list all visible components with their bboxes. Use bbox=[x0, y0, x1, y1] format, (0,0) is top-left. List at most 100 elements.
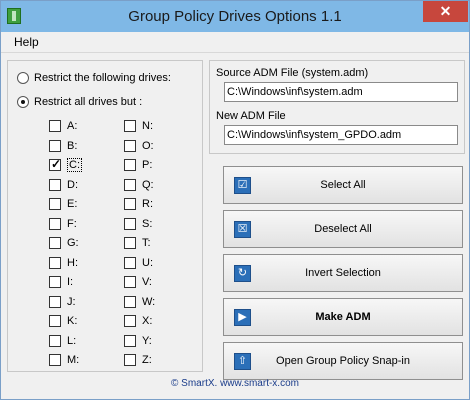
open-snapin-label: Open Group Policy Snap-in bbox=[276, 355, 410, 367]
window-title: Group Policy Drives Options 1.1 bbox=[128, 8, 342, 25]
select-all-label: Select All bbox=[320, 179, 366, 191]
drive-checkbox[interactable] bbox=[124, 276, 136, 288]
drive-p-option[interactable]: P: bbox=[124, 158, 152, 172]
drive-checkbox[interactable] bbox=[124, 159, 136, 171]
drive-j-option[interactable]: J: bbox=[49, 295, 76, 309]
checkbox-icon: ☑ bbox=[234, 177, 251, 194]
drive-label: Z: bbox=[142, 354, 152, 366]
new-adm-label: New ADM File bbox=[216, 110, 286, 122]
drive-x-option[interactable]: X: bbox=[124, 314, 152, 328]
drive-i-option[interactable]: I: bbox=[49, 275, 73, 289]
drive-checkbox[interactable] bbox=[49, 217, 61, 230]
drive-checkbox[interactable] bbox=[124, 354, 136, 366]
open-snapin-button[interactable]: ⇧ Open Group Policy Snap-in bbox=[223, 342, 463, 380]
drive-label: E: bbox=[67, 198, 78, 210]
menu-help[interactable]: Help bbox=[14, 35, 39, 49]
drive-checkbox[interactable] bbox=[49, 334, 61, 347]
drive-f-option[interactable]: F: bbox=[49, 217, 77, 231]
drive-e-option[interactable]: E: bbox=[49, 197, 77, 211]
make-adm-label: Make ADM bbox=[315, 311, 371, 323]
drive-b-option[interactable]: B: bbox=[49, 139, 77, 153]
drive-checkbox[interactable] bbox=[49, 315, 61, 327]
drive-label: F: bbox=[67, 217, 77, 230]
drive-checkbox[interactable] bbox=[124, 178, 136, 191]
drive-m-option[interactable]: M: bbox=[49, 353, 79, 367]
drive-g-option[interactable]: G: bbox=[49, 236, 79, 250]
drive-r-option[interactable]: R: bbox=[124, 197, 153, 211]
restrict-all-but-radio[interactable] bbox=[17, 96, 29, 108]
drive-checkbox[interactable] bbox=[49, 139, 61, 152]
menu-bar: Help bbox=[1, 32, 469, 53]
invert-selection-button[interactable]: ↻ Invert Selection bbox=[223, 254, 463, 292]
deselect-all-button[interactable]: ☒ Deselect All bbox=[223, 210, 463, 248]
drive-label: X: bbox=[142, 315, 153, 327]
drive-checkbox[interactable] bbox=[49, 198, 61, 210]
drive-label: O: bbox=[142, 139, 154, 152]
drive-label: N: bbox=[142, 120, 153, 132]
make-adm-button[interactable]: ▶ Make ADM bbox=[223, 298, 463, 336]
drives-group: Restrict the following drives: Restrict … bbox=[7, 60, 203, 372]
drive-checkbox[interactable] bbox=[124, 139, 136, 152]
drive-q-option[interactable]: Q: bbox=[124, 178, 154, 192]
deselect-all-label: Deselect All bbox=[314, 223, 372, 235]
new-adm-input[interactable]: C:\Windows\inf\system_GPDO.adm bbox=[224, 125, 458, 145]
adm-files-group: Source ADM File (system.adm) C:\Windows\… bbox=[209, 60, 465, 154]
drive-checkbox[interactable] bbox=[124, 120, 136, 132]
drive-label: M: bbox=[67, 354, 80, 366]
drive-c-option[interactable]: C: bbox=[49, 157, 82, 172]
drive-label: D: bbox=[67, 178, 78, 191]
drive-w-option[interactable]: W: bbox=[124, 295, 155, 309]
drive-checkbox[interactable] bbox=[49, 276, 61, 288]
drive-label: V: bbox=[142, 276, 152, 288]
drive-d-option[interactable]: D: bbox=[49, 178, 78, 192]
restrict-all-but-label: Restrict all drives but : bbox=[34, 96, 143, 108]
drive-label: G: bbox=[67, 237, 79, 249]
drive-label: L: bbox=[67, 334, 77, 347]
drive-l-option[interactable]: L: bbox=[49, 334, 76, 348]
select-all-button[interactable]: ☑ Select All bbox=[223, 166, 463, 204]
close-button[interactable]: ✕ bbox=[423, 1, 468, 22]
title-bar[interactable]: Group Policy Drives Options 1.1 ✕ bbox=[1, 1, 469, 32]
restrict-following-radio[interactable] bbox=[17, 72, 29, 84]
drive-v-option[interactable]: V: bbox=[124, 275, 152, 289]
drive-checkbox[interactable] bbox=[49, 295, 61, 308]
footer-copyright: © SmartX. www.smart-x.com bbox=[1, 378, 469, 389]
drive-checkbox[interactable] bbox=[49, 354, 61, 366]
drive-label: U: bbox=[142, 256, 153, 269]
drive-checkbox[interactable] bbox=[124, 198, 136, 210]
drive-z-option[interactable]: Z: bbox=[124, 353, 152, 367]
drive-label: J: bbox=[67, 295, 76, 308]
drive-label: P: bbox=[142, 159, 153, 171]
drive-checkbox[interactable] bbox=[49, 237, 61, 249]
drive-y-option[interactable]: Y: bbox=[124, 334, 152, 348]
drive-checkbox[interactable] bbox=[124, 295, 136, 308]
drive-checkbox[interactable] bbox=[49, 120, 61, 132]
drive-u-option[interactable]: U: bbox=[124, 256, 153, 270]
drive-h-option[interactable]: H: bbox=[49, 256, 78, 270]
drive-checkbox[interactable] bbox=[49, 157, 61, 171]
drive-label: S: bbox=[142, 217, 153, 230]
restrict-following-option[interactable]: Restrict the following drives: bbox=[17, 72, 171, 84]
restrict-all-but-option[interactable]: Restrict all drives but : bbox=[17, 96, 142, 108]
drive-checkbox[interactable] bbox=[124, 217, 136, 230]
drive-n-option[interactable]: N: bbox=[124, 119, 153, 133]
drive-k-option[interactable]: K: bbox=[49, 314, 77, 328]
drive-label: B: bbox=[67, 139, 78, 152]
copyright-text: © SmartX. www.smart-x.com bbox=[171, 378, 299, 389]
drive-a-option[interactable]: A: bbox=[49, 119, 77, 133]
source-adm-input[interactable]: C:\Windows\inf\system.adm bbox=[224, 82, 458, 102]
drive-checkbox[interactable] bbox=[49, 178, 61, 191]
drive-label: H: bbox=[67, 256, 78, 269]
restrict-following-label: Restrict the following drives: bbox=[34, 72, 171, 84]
drive-o-option[interactable]: O: bbox=[124, 139, 154, 153]
invert-selection-label: Invert Selection bbox=[305, 267, 381, 279]
drive-label: T: bbox=[142, 237, 151, 249]
drive-checkbox[interactable] bbox=[124, 256, 136, 269]
invert-arrow-icon: ↻ bbox=[234, 265, 251, 282]
drive-checkbox[interactable] bbox=[124, 237, 136, 249]
drive-checkbox[interactable] bbox=[49, 256, 61, 269]
drive-checkbox[interactable] bbox=[124, 334, 136, 347]
drive-t-option[interactable]: T: bbox=[124, 236, 151, 250]
drive-s-option[interactable]: S: bbox=[124, 217, 152, 231]
drive-checkbox[interactable] bbox=[124, 315, 136, 327]
